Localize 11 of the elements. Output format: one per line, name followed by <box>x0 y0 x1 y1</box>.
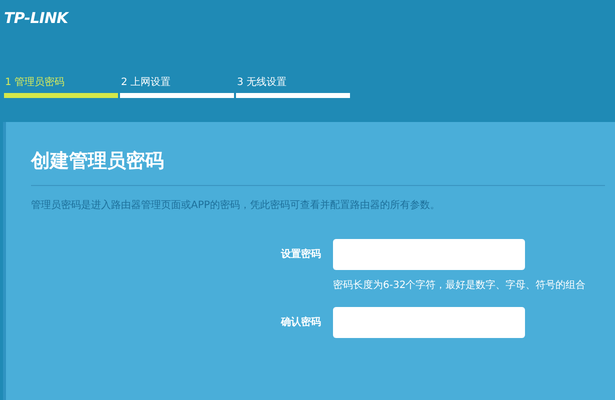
field-hint: 密码长度为6-32个字符，最好是数字、字母、符号的组合 <box>333 278 587 293</box>
step-tab[interactable]: 1 管理员密码 <box>4 78 118 98</box>
step-tab[interactable]: 2 上网设置 <box>120 78 234 98</box>
description: 管理员密码是进入路由器管理页面或APP的密码，凭此密码可查看并配置路由器的所有参数。 <box>31 198 441 213</box>
field-label: 确认密码 <box>280 316 321 330</box>
password-field[interactable] <box>333 239 525 270</box>
field-label: 设置密码 <box>280 248 321 262</box>
step-tab[interactable]: 3 无线设置 <box>236 78 350 98</box>
panel-title: 创建管理员密码 <box>31 152 605 186</box>
password-field[interactable] <box>333 307 525 338</box>
logo: TP-LINK <box>4 9 68 27</box>
